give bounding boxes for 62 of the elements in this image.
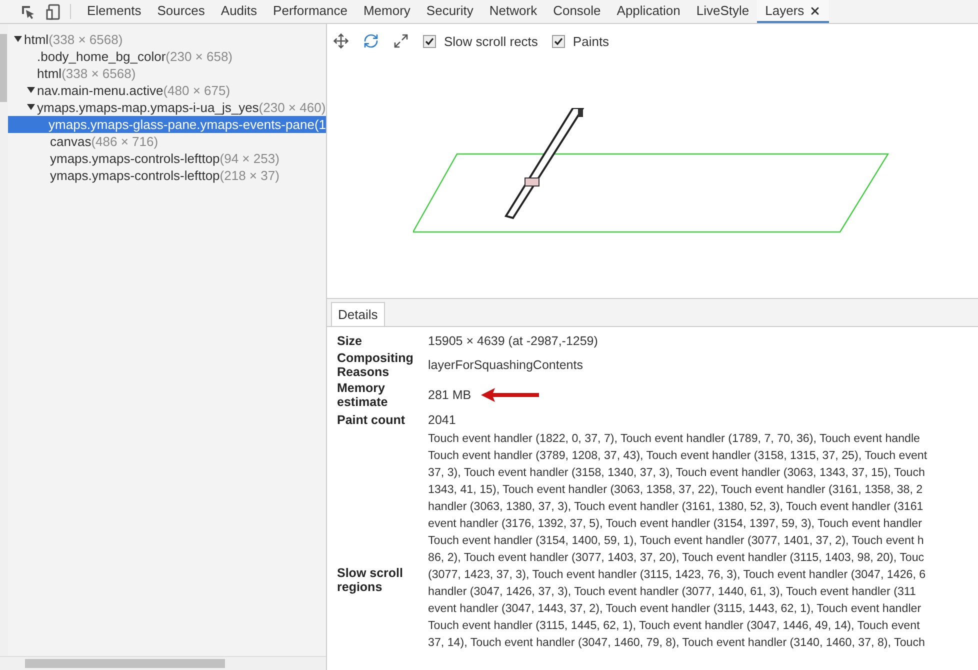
detail-value: Touch event handler (3115, 1445, 62, 1), Touch event handler (3047, 1446, 49, 14), Touch event — [428, 618, 921, 634]
panel-tab[interactable]: Audits — [212, 0, 266, 23]
checkbox-label: Paints — [572, 34, 610, 48]
checkbox[interactable] — [423, 34, 436, 48]
detail-label: Paint count — [337, 412, 406, 426]
detail-label: Size — [337, 334, 364, 348]
reset-icon — [393, 33, 409, 49]
tree-item[interactable]: ymaps.ymaps-controls-lefttop(94 × 253) — [8, 150, 326, 167]
tree-item[interactable]: ymaps.ymaps-map.ymaps-i-ua_js_yes(230 × 460) — [8, 99, 326, 116]
tree-item[interactable]: nav.main-menu.active(480 × 675) — [8, 82, 326, 99]
tree-item[interactable]: ymaps.ymaps-controls-lefttop(218 × 37) — [8, 167, 326, 184]
close-icon[interactable] — [809, 4, 822, 16]
panel-tab[interactable]: Sources — [149, 0, 213, 23]
expanded-triangle-icon[interactable] — [14, 34, 22, 42]
tree-item[interactable]: canvas(486 × 716) — [8, 133, 326, 150]
checkbox[interactable] — [552, 34, 565, 48]
mode-button[interactable] — [333, 33, 349, 49]
panel-tab[interactable]: Security — [418, 0, 482, 23]
checkmark-icon — [425, 36, 434, 46]
panel-tab[interactable]: Memory — [355, 0, 418, 23]
checkbox-label: Slow scroll rects — [444, 34, 538, 48]
panel-tab[interactable]: LiveStyle — [688, 0, 758, 23]
detail-value: handler (3047, 1426, 37, 3), Touch event handler (3077, 1440, 61, 3), Touch event handler (311 — [428, 584, 917, 600]
detail-value: handler (3063, 1380, 37, 3), Touch event handler (3161, 1380, 52, 3), Touch event handler (3161 — [428, 499, 924, 515]
detail-value: event handler (3176, 1392, 37, 5), Touch event handler (3154, 1397, 59, 3), Touch event handler — [428, 516, 923, 532]
tree-item[interactable]: html(338 × 6568) — [8, 31, 326, 48]
detail-value: Touch event handler (1822, 0, 37, 7), Touch event handler (1789, 7, 70, 36), Touch event handle — [428, 431, 922, 447]
panel-tab[interactable]: Performance — [265, 0, 356, 23]
mode-button[interactable] — [363, 33, 379, 49]
detail-value: 1343, 41, 15), Touch event handler (3063, 1358, 37, 22), Touch event handler (3161, 1358, 38, 2 — [428, 482, 924, 498]
move-icon — [333, 33, 349, 49]
detail-value: 2041 — [428, 412, 456, 426]
detail-value: 37, 14), Touch event handler (3047, 1460, 79, 8), Touch event handler (3140, 1460, 37, 8), Touch — [428, 635, 926, 651]
expanded-triangle-icon[interactable] — [27, 86, 35, 94]
panel-tab[interactable]: Console — [545, 0, 609, 23]
tree-item[interactable]: ymaps.ymaps-glass-pane.ymaps-events-pane(1 — [8, 116, 326, 133]
tree-item[interactable]: .body_home_bg_color(230 × 658) — [8, 48, 326, 65]
mode-button[interactable] — [393, 33, 409, 49]
tree-item[interactable]: html(338 × 6568) — [8, 65, 326, 82]
detail-label: Memory estimate — [337, 381, 389, 409]
detail-value: 281 MB — [428, 388, 472, 402]
rotate-icon — [363, 33, 379, 49]
detail-label: Slow scroll regions — [337, 565, 404, 594]
expanded-triangle-icon[interactable] — [27, 102, 35, 110]
inspect-icon[interactable] — [20, 4, 36, 20]
detail-value: Touch event handler (3789, 1208, 37, 43), Touch event handler (3158, 1315, 37, 25), Touch event — [428, 448, 928, 464]
detail-value: Touch event handler (3154, 1400, 59, 1), Touch event handler (3077, 1401, 37, 2), Touch event h — [428, 533, 925, 549]
checkmark-icon — [554, 36, 563, 46]
detail-value: 86, 2), Touch event handler (3077, 1403, 37, 20), Touch event handler (3115, 1403, 98, 20), Touc — [428, 550, 926, 566]
detail-value: 15905 × 4639 (at -2987,-1259) — [428, 334, 598, 348]
panel-tab[interactable]: Elements — [79, 0, 150, 23]
panel-tab[interactable]: Network — [481, 0, 546, 23]
panel-tab[interactable]: Layers — [757, 0, 830, 23]
horizontal-scrollbar[interactable] — [0, 656, 326, 670]
detail-value: layerForSquashingContents — [428, 358, 583, 372]
details-tab[interactable]: Details — [331, 302, 385, 326]
detail-value: (3077, 1423, 37, 3), Touch event handler (3115, 1423, 76, 3), Touch event handler (3047, 1426, 6 — [428, 567, 927, 583]
detail-value: 37, 3), Touch event handler (3158, 1340, 37, 3), Touch event handler (3063, 1343, 37, 15), Touch — [428, 465, 926, 481]
panel-tab[interactable]: Application — [608, 0, 688, 23]
detail-label: Compositing Reasons — [337, 351, 414, 379]
device-icon[interactable] — [46, 4, 60, 20]
detail-value: event handler (3047, 1443, 37, 2), Touch event handler (3115, 1443, 62, 1), Touch event handler — [428, 601, 922, 617]
